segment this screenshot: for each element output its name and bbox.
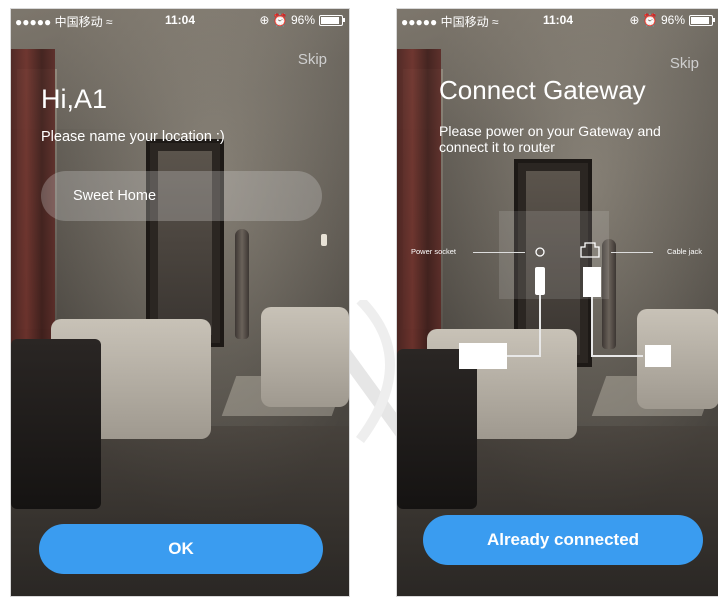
already-connected-button[interactable]: Already connected [423,515,703,565]
connect-gateway-description: Please power on your Gateway and connect… [439,123,661,155]
router-jack-icon [645,345,671,367]
ethernet-cable [591,297,593,357]
skip-link[interactable]: Skip [298,51,327,68]
scene-vase [235,229,249,339]
scene-sofa-right [261,307,349,407]
ethernet-port-icon [580,242,600,258]
power-cable-bottom [503,355,541,357]
scene-wall-lamp [321,234,327,246]
power-adapter-icon [459,343,507,369]
cable-jack-leader [611,252,653,253]
status-bar: ●●●●● 中国移动 ≈ 11:04 ⊕ ⏰ 96% [11,9,349,31]
status-indicators: ⊕ ⏰ 96% [259,13,345,27]
indicators-label: ⊕ ⏰ 96% [629,13,685,27]
connection-diagram: Power socket Cable jack [397,209,718,379]
greeting-title: Hi,A1 [41,84,108,114]
power-plug-icon [535,267,545,295]
phone-screen-connect-gateway: ●●●●● 中国移动 ≈ 11:04 ⊕ ⏰ 96% Skip Connect … [396,8,718,597]
skip-link[interactable]: Skip [670,55,699,72]
status-indicators: ⊕ ⏰ 96% [629,13,715,27]
cable-jack-label: Cable jack [667,247,703,256]
ok-button[interactable]: OK [39,524,323,574]
scene-armchair [11,339,101,509]
battery-icon [319,14,345,26]
location-prompt: Please name your location :) [41,129,225,145]
ethernet-plug-icon [583,267,601,297]
power-socket-icon [535,247,545,257]
connect-gateway-title: Connect Gateway [439,75,646,105]
power-cable [539,295,541,357]
ethernet-cable-bottom [591,355,643,357]
battery-icon [689,14,715,26]
power-socket-leader [473,252,525,253]
status-bar: ●●●●● 中国移动 ≈ 11:04 ⊕ ⏰ 96% [397,9,718,31]
indicators-label: ⊕ ⏰ 96% [259,13,315,27]
power-socket-label: Power socket [411,247,457,256]
location-name-input[interactable] [41,171,322,221]
phone-screen-name-location: ●●●●● 中国移动 ≈ 11:04 ⊕ ⏰ 96% Skip Hi,A1 Pl… [10,8,350,597]
